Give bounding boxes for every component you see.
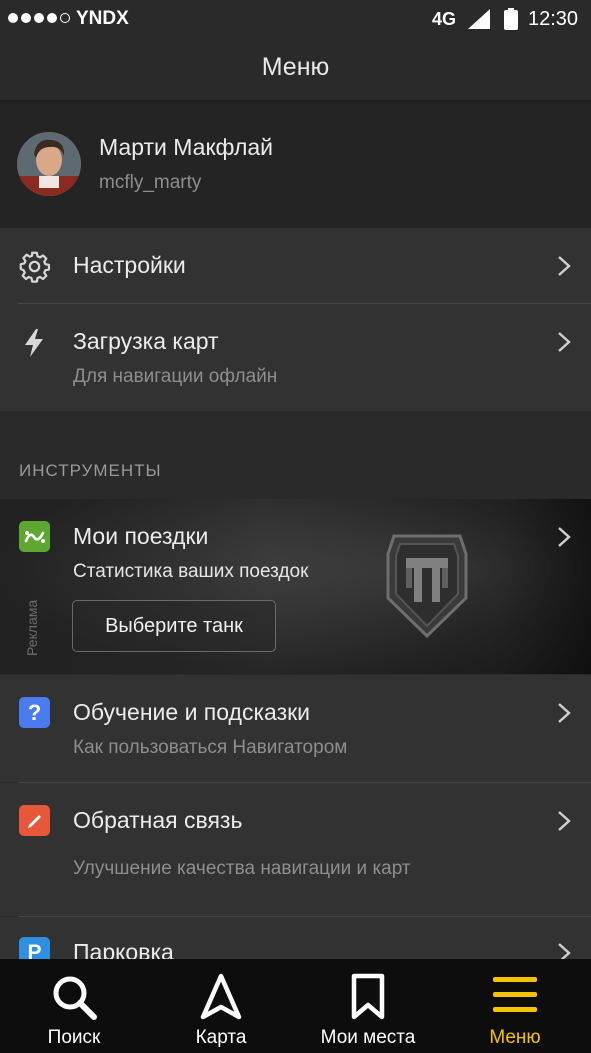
my-trips-subtitle: Статистика ваших поездок — [73, 561, 309, 582]
bookmark-icon — [351, 973, 385, 1020]
pencil-icon — [19, 805, 50, 836]
tab-menu[interactable]: Меню — [441, 959, 589, 1053]
tools-section-header: ИНСТРУМЕНТЫ — [0, 411, 591, 499]
carrier-name: YNDX — [76, 8, 129, 29]
section-title: ИНСТРУМЕНТЫ — [19, 461, 162, 480]
parking-title: Парковка — [73, 939, 174, 959]
signal-strength-icon — [8, 13, 70, 23]
menu-icon — [493, 977, 537, 1012]
my-trips-item[interactable]: Мои поездки Статистика ваших поездок Выб… — [0, 499, 591, 674]
clock: 12:30 — [528, 8, 579, 30]
map-download-title: Загрузка карт — [73, 328, 219, 354]
search-icon — [53, 976, 97, 1020]
map-download-item[interactable]: Загрузка карт Для навигации офлайн — [0, 304, 591, 411]
status-bar: YNDX 4G 12:30 — [0, 0, 591, 40]
feedback-title: Обратная связь — [73, 807, 243, 833]
tutorial-item[interactable]: ? Обучение и подсказки Как пользоваться … — [0, 675, 591, 782]
parking-item[interactable]: P Парковка — [0, 917, 591, 959]
my-trips-title: Мои поездки — [73, 523, 209, 549]
chevron-right-icon — [558, 703, 571, 723]
tab-label: Мои места — [320, 1027, 416, 1048]
profile-name: Марти Макфлай — [99, 134, 274, 160]
tab-my-places[interactable]: Мои места — [294, 959, 442, 1053]
cellular-icon — [468, 9, 490, 29]
chevron-right-icon — [558, 943, 571, 959]
map-download-subtitle: Для навигации офлайн — [73, 366, 278, 387]
parking-icon: P — [19, 937, 50, 959]
tutorial-subtitle: Как пользоваться Навигатором — [73, 737, 348, 758]
feedback-subtitle: Улучшение качества навигации и карт — [73, 858, 411, 879]
chevron-right-icon — [558, 811, 571, 831]
tab-search[interactable]: Поиск — [0, 959, 148, 1053]
header: Меню — [0, 40, 591, 102]
choose-tank-button[interactable]: Выберите танк — [72, 600, 276, 652]
navigation-arrow-icon — [200, 973, 242, 1020]
chevron-right-icon — [558, 256, 571, 276]
trips-icon — [19, 521, 50, 552]
tab-label: Карта — [195, 1027, 247, 1048]
chevron-right-icon — [558, 332, 571, 352]
network-type: 4G — [432, 9, 457, 29]
question-icon: ? — [19, 697, 50, 728]
profile-card[interactable]: Марти Макфлай mcfly_marty — [0, 104, 591, 228]
chevron-right-icon — [558, 527, 571, 547]
tab-label: Меню — [489, 1027, 541, 1048]
profile-login: mcfly_marty — [99, 172, 202, 193]
tutorial-title: Обучение и подсказки — [73, 699, 311, 725]
gear-icon — [19, 251, 51, 283]
ad-label: Реклама — [24, 599, 40, 656]
tab-label: Поиск — [47, 1027, 101, 1048]
settings-item[interactable]: Настройки — [0, 228, 591, 304]
tab-map[interactable]: Карта — [147, 959, 295, 1053]
avatar — [17, 132, 81, 196]
battery-icon — [504, 8, 518, 30]
tab-bar: Поиск Карта Мои места Меню — [0, 959, 591, 1053]
page-title: Меню — [261, 53, 330, 81]
feedback-item[interactable]: Обратная связь Улучшение качества навига… — [0, 783, 591, 916]
lightning-icon — [25, 329, 43, 357]
settings-title: Настройки — [73, 252, 186, 278]
tank-logo-icon — [386, 534, 468, 639]
